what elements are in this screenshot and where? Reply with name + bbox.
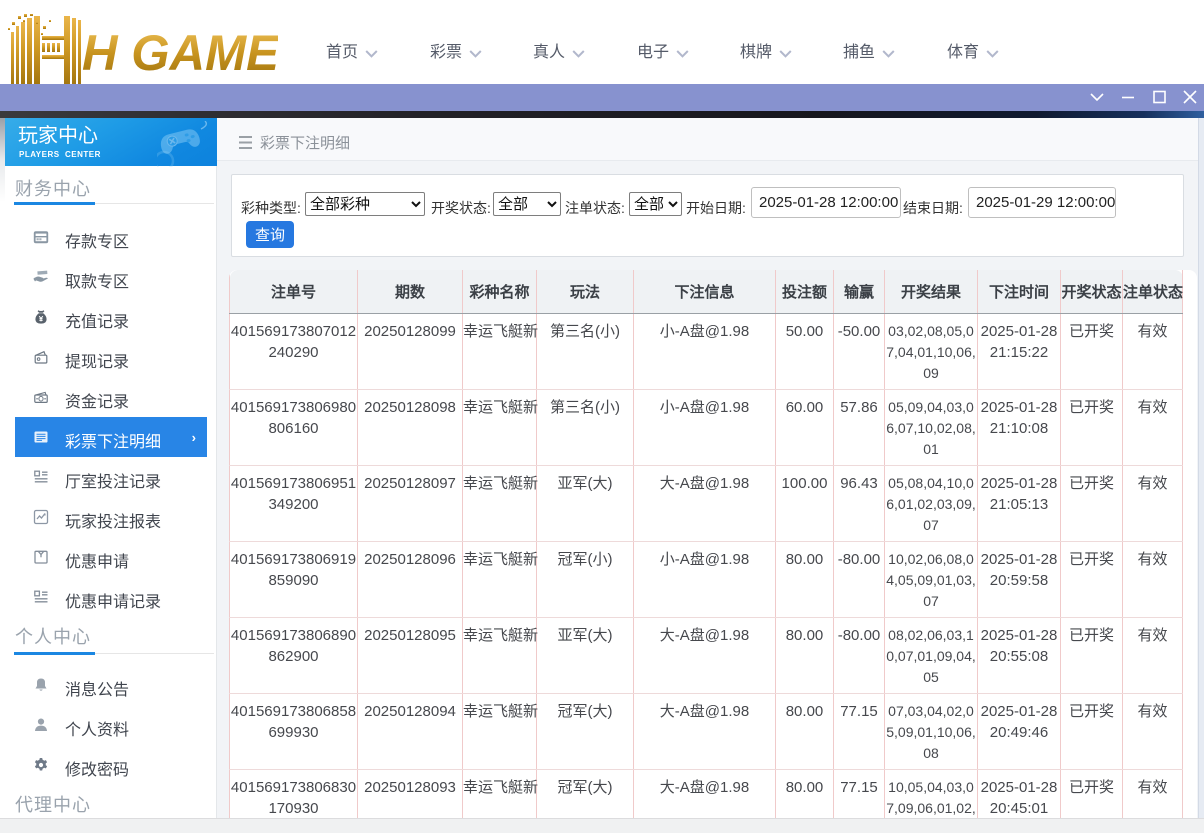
svg-text:H GAME: H GAME xyxy=(82,25,278,81)
